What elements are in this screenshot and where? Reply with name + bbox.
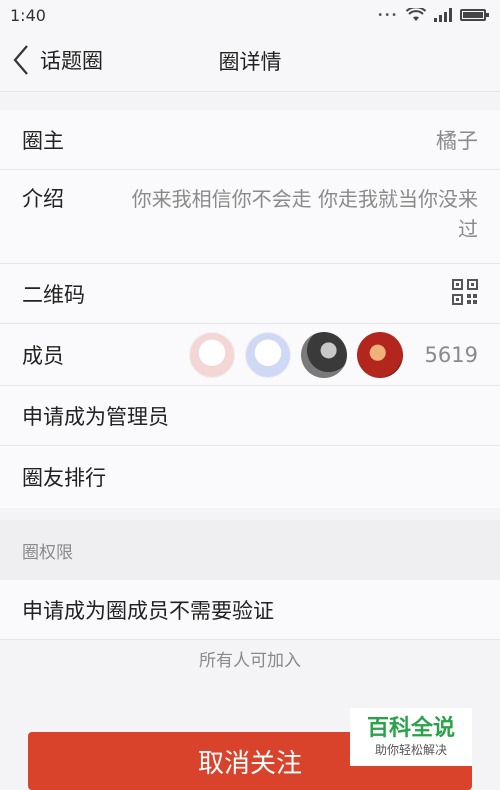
watermark-subtitle: 助你轻松解决 [374, 742, 447, 757]
qrcode-label: 二维码 [22, 282, 85, 307]
page-title: 圈详情 [218, 50, 282, 74]
ranking-label: 圈友排行 [22, 466, 106, 490]
battery-icon [460, 9, 489, 21]
status-time: 1:40 [10, 5, 46, 25]
avatar[interactable] [356, 331, 403, 378]
qrcode-icon [452, 278, 478, 309]
intro-label: 介绍 [22, 187, 64, 211]
owner-label: 圈主 [22, 128, 64, 153]
signal-icon [434, 8, 452, 22]
members-label: 成员 [22, 343, 64, 368]
permissions-header: 圈权限 [0, 520, 500, 580]
ranking-row[interactable]: 圈友排行 [0, 446, 500, 508]
status-icons: ••• [377, 8, 489, 22]
intro-row: 介绍 你来我相信你不会走 你走我就当你没来 过 [0, 170, 500, 264]
permission-note: 所有人可加入 [199, 651, 301, 671]
nav-bar: 话题圈 圈详情 [0, 30, 500, 92]
owner-row[interactable]: 圈主 橘子 [0, 110, 500, 170]
signal-dots-icon: ••• [377, 9, 398, 21]
qrcode-row[interactable]: 二维码 [0, 264, 500, 324]
intro-line-1: 你来我相信你不会走 你走我就当你没来 [131, 187, 478, 211]
apply-admin-row[interactable]: 申请成为管理员 [0, 386, 500, 446]
permissions-header-label: 圈权限 [22, 542, 73, 563]
avatar[interactable] [244, 331, 291, 378]
owner-value: 橘子 [436, 128, 478, 153]
apply-admin-label: 申请成为管理员 [22, 404, 169, 429]
permission-rule-label: 申请成为圈成员不需要验证 [22, 598, 274, 623]
permission-rule-row[interactable]: 申请成为圈成员不需要验证 [0, 580, 500, 640]
members-row[interactable]: 成员 5619 [0, 324, 500, 386]
avatar[interactable] [188, 331, 235, 378]
wifi-icon [406, 8, 426, 22]
watermark-title: 百科全说 [366, 715, 455, 741]
status-bar: 1:40 ••• [0, 0, 500, 30]
details-section: 圈主 橘子 介绍 你来我相信你不会走 你走我就当你没来 过 二维码 成员 561… [0, 110, 500, 508]
member-avatars [188, 331, 403, 378]
intro-text: 你来我相信你不会走 你走我就当你没来 过 [132, 184, 478, 244]
avatar[interactable] [300, 331, 347, 378]
intro-line-2: 过 [458, 217, 478, 241]
members-count: 5619 [424, 342, 478, 367]
watermark-logo: 百科全说 助你轻松解决 [350, 708, 472, 766]
